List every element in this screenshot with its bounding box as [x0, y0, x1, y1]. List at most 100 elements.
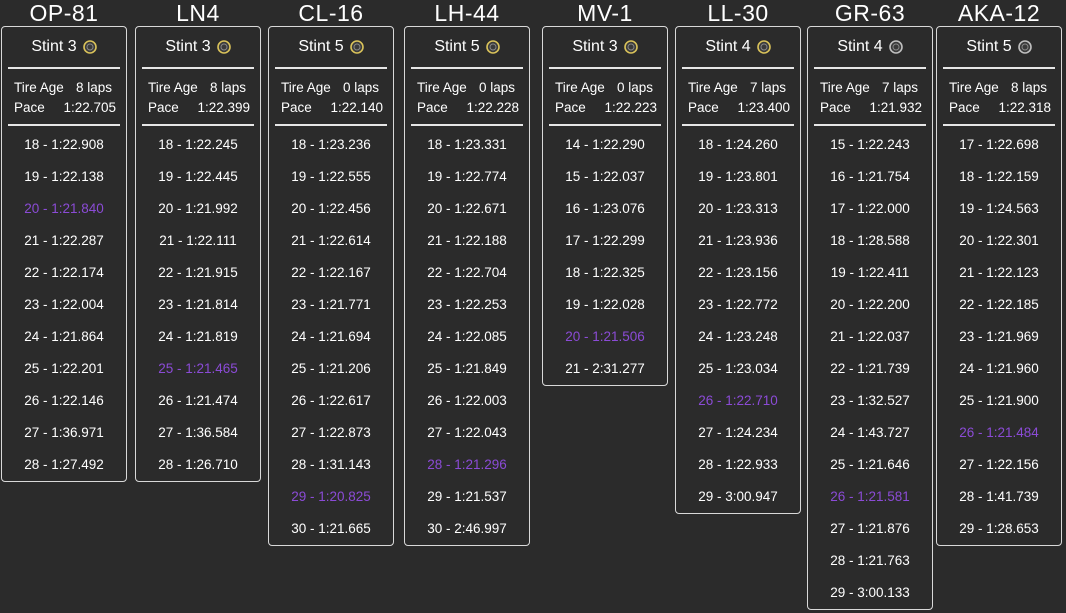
- lap-time: 20 - 1:22.671: [427, 201, 507, 216]
- lap-time: 18 - 1:22.908: [24, 137, 104, 152]
- lap-time: 19 - 1:24.563: [959, 201, 1039, 216]
- pace-value: 1:22.705: [63, 100, 116, 115]
- lap-time-best: 20 - 1:21.840: [24, 201, 104, 216]
- lap-time: 21 - 1:22.111: [159, 233, 237, 248]
- lap-time: 26 - 1:22.146: [24, 393, 104, 408]
- lap-time: 24 - 1:43.727: [830, 425, 910, 440]
- lap-list: 18 - 1:23.331 19 - 1:22.774 20 - 1:22.671 2…: [405, 126, 529, 545]
- lap-time: 23 - 1:32.527: [830, 393, 910, 408]
- lap-time: 27 - 1:36.584: [158, 425, 238, 440]
- lap-time: 24 - 1:21.819: [158, 329, 238, 344]
- pace-value: 1:21.932: [869, 100, 922, 115]
- lap-time: 28 - 1:26.710: [158, 457, 238, 472]
- lap-time: 18 - 1:24.260: [698, 137, 778, 152]
- lap-time: 18 - 1:28.588: [830, 233, 910, 248]
- driver-name: MV-1: [577, 0, 633, 26]
- lap-time: 27 - 1:22.156: [959, 457, 1039, 472]
- stint-label: Stint 4: [705, 38, 751, 55]
- lap-time: 22 - 1:23.156: [698, 265, 778, 280]
- stint-stats: Tire Age 0 laps Pace 1:22.140: [269, 69, 393, 124]
- stint-stats: Tire Age 7 laps Pace 1:21.932: [808, 69, 932, 124]
- tire-age-value: 8 laps: [76, 80, 113, 95]
- lap-time: 30 - 2:46.997: [427, 521, 507, 536]
- lap-time: 21 - 1:22.037: [830, 329, 910, 344]
- lap-time: 26 - 1:21.474: [158, 393, 238, 408]
- lap-time: 28 - 1:21.763: [830, 553, 910, 568]
- tire-age-value: 0 laps: [343, 80, 380, 95]
- tire-age-row: Tire Age 8 laps: [949, 78, 1051, 98]
- tire-medium-icon: [623, 40, 638, 54]
- lap-time: 15 - 1:22.243: [830, 137, 910, 152]
- lap-time: 14 - 1:22.290: [565, 137, 645, 152]
- stint-header: Stint 3: [543, 27, 667, 67]
- tire-age-row: Tire Age 8 laps: [148, 78, 250, 98]
- lap-time: 20 - 1:21.992: [158, 201, 238, 216]
- driver-name: LH-44: [434, 0, 500, 26]
- lap-time: 21 - 1:22.188: [427, 233, 507, 248]
- lap-time: 26 - 1:22.617: [291, 393, 371, 408]
- lap-time: 20 - 1:23.313: [698, 201, 778, 216]
- tire-medium-icon: [216, 40, 231, 54]
- lap-time: 29 - 3:00.947: [698, 489, 778, 504]
- lap-time: 15 - 1:22.037: [565, 169, 645, 184]
- stint-header: Stint 4: [676, 27, 800, 67]
- tire-medium-icon: [485, 40, 500, 54]
- tire-age-value: 0 laps: [617, 80, 654, 95]
- lap-time: 22 - 1:22.167: [291, 265, 371, 280]
- pace-row: Pace 1:23.400: [688, 98, 790, 118]
- tire-age-value: 0 laps: [479, 80, 516, 95]
- tire-age-label: Tire Age: [555, 80, 605, 95]
- pace-row: Pace 1:22.140: [281, 98, 383, 118]
- lap-time: 27 - 1:22.873: [291, 425, 371, 440]
- lap-time-best: 29 - 1:20.825: [291, 489, 371, 504]
- stint-header: Stint 4: [808, 27, 932, 67]
- lap-time: 24 - 1:23.248: [698, 329, 778, 344]
- pace-label: Pace: [14, 100, 45, 115]
- lap-time: 25 - 1:22.201: [24, 361, 104, 376]
- lap-time: 20 - 1:22.301: [959, 233, 1039, 248]
- pace-label: Pace: [417, 100, 448, 115]
- pace-value: 1:22.318: [998, 100, 1051, 115]
- stint-label: Stint 3: [31, 38, 77, 55]
- lap-time: 26 - 1:22.003: [427, 393, 507, 408]
- pace-value: 1:23.400: [737, 100, 790, 115]
- lap-time: 19 - 1:23.801: [698, 169, 778, 184]
- lap-time: 24 - 1:21.960: [959, 361, 1039, 376]
- stint-stats: Tire Age 0 laps Pace 1:22.223: [543, 69, 667, 124]
- lap-time: 25 - 1:21.849: [427, 361, 507, 376]
- tire-age-label: Tire Age: [688, 80, 738, 95]
- lap-time: 18 - 1:22.325: [565, 265, 645, 280]
- pace-row: Pace 1:22.223: [555, 98, 657, 118]
- tire-age-value: 8 laps: [210, 80, 247, 95]
- lap-time: 24 - 1:21.864: [24, 329, 104, 344]
- lap-list: 18 - 1:24.260 19 - 1:23.801 20 - 1:23.313 2…: [676, 126, 800, 513]
- lap-time: 25 - 1:23.034: [698, 361, 778, 376]
- stint-label: Stint 5: [966, 38, 1012, 55]
- pace-value: 1:22.228: [466, 100, 519, 115]
- pace-label: Pace: [949, 100, 980, 115]
- lap-time: 19 - 1:22.028: [565, 297, 645, 312]
- stint-label: Stint 4: [837, 38, 883, 55]
- lap-time: 24 - 1:22.085: [427, 329, 507, 344]
- stint-stats: Tire Age 7 laps Pace 1:23.400: [676, 69, 800, 124]
- tire-hard-icon: [888, 40, 903, 54]
- tire-age-label: Tire Age: [281, 80, 331, 95]
- lap-time: 24 - 1:21.694: [291, 329, 371, 344]
- driver-name: CL-16: [298, 0, 364, 26]
- stint-card: Stint 3 Tire Age 8 laps Pace 1:22.705 18 - 1:…: [1, 26, 127, 482]
- tire-age-row: Tire Age 0 laps: [555, 78, 657, 98]
- tire-age-value: 7 laps: [882, 80, 919, 95]
- lap-list: 14 - 1:22.290 15 - 1:22.037 16 - 1:23.076 1…: [543, 126, 667, 385]
- stint-label: Stint 3: [572, 38, 618, 55]
- stint-header: Stint 3: [2, 27, 126, 67]
- driver-name: LL-30: [707, 0, 769, 26]
- lap-time: 29 - 3:00.133: [830, 585, 910, 600]
- driver-name: AKA-12: [957, 0, 1041, 26]
- lap-time: 17 - 1:22.299: [565, 233, 645, 248]
- lap-time: 19 - 1:22.411: [830, 265, 910, 280]
- lap-time: 27 - 1:21.876: [830, 521, 910, 536]
- stint-card: Stint 4 Tire Age 7 laps Pace 1:21.932 15 - 1:…: [807, 26, 933, 610]
- lap-time-best: 26 - 1:22.710: [698, 393, 778, 408]
- lap-time: 29 - 1:21.537: [427, 489, 507, 504]
- pace-row: Pace 1:22.228: [417, 98, 519, 118]
